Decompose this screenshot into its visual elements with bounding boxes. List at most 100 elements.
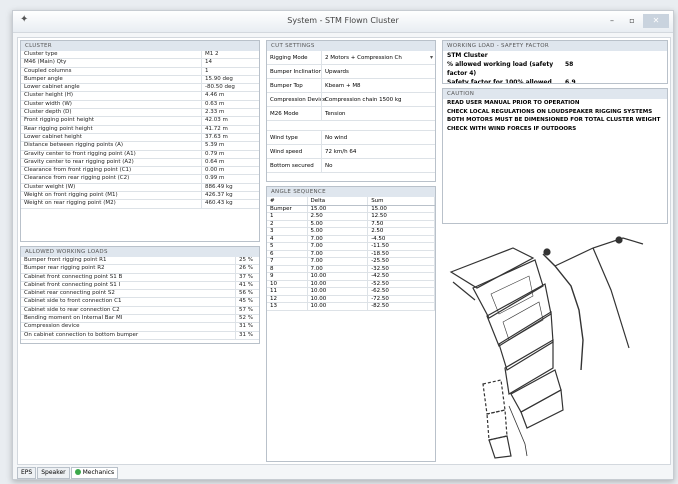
tab-speaker[interactable]: Speaker: [37, 467, 70, 479]
rigging-mode-select[interactable]: Rigging Mode 2 Motors + Compression Ch ▾: [267, 51, 435, 65]
load-row-label: Bending moment on Internal Bar MI: [24, 315, 123, 322]
load-row-value: 52 %: [235, 315, 259, 323]
main-content: CLUSTER Cluster type M1 2 M46 (Main) Qty 14…: [17, 37, 671, 465]
table-cell: 5.00: [307, 227, 369, 236]
safety-rows: % allowed working load (safety factor 4)…: [443, 60, 667, 84]
load-row-label: Compression device: [24, 323, 80, 330]
cluster-row-label: Weight on rear rigging point (M2): [24, 200, 116, 207]
table-cell: 7.00: [307, 265, 369, 273]
cluster-row: M46 (Main) Qty 14: [21, 59, 259, 68]
table-row: 11 10.00 -62.50: [267, 287, 435, 296]
spacer-row: [267, 121, 435, 131]
safety-row-label: % allowed working load (safety factor 4): [447, 61, 554, 77]
safety-row-label: Safety factor for 100% allowed working l…: [447, 79, 552, 84]
setting-row-label: Bumper Inclination: [270, 68, 323, 75]
caution-line: CHECK LOCAL REGULATIONS ON LOUDSPEAKER R…: [447, 108, 653, 115]
load-row: Bumper rear rigging point R2 26 %: [21, 265, 259, 274]
cluster-drawing: [449, 236, 644, 459]
tab-mechanics[interactable]: Mechanics: [70, 467, 119, 479]
title-bar[interactable]: ✦ System - STM Flown Cluster – ▫ ✕: [13, 11, 673, 33]
cluster-row-label: Clearance from rear rigging point (C2): [24, 175, 130, 182]
cluster-row: Lower cabinet height 37.63 m: [21, 133, 259, 143]
cluster-row: Cluster type M1 2: [21, 51, 259, 60]
column-header: Delta: [307, 197, 369, 206]
cut-settings-table: Rigging Mode 2 Motors + Compression Ch ▾ Bu…: [267, 51, 435, 121]
load-row: Bumper front rigging point R1 25 %: [21, 257, 259, 266]
upper-cabinets: [472, 259, 554, 395]
cluster-row-value: 0.64 m: [201, 158, 259, 167]
angle-sequence-panel-header: ANGLE SEQUENCE: [267, 187, 435, 197]
bottom-tabs: EPS Speaker Mechanics: [17, 467, 119, 479]
cluster-row-label: Lower cabinet angle: [24, 84, 80, 91]
allowed-loads-panel: ALLOWED WORKING LOADS Bumper front riggi…: [20, 246, 260, 344]
cluster-row: Front rigging point height 42.03 m: [21, 117, 259, 126]
cluster-row-value: 426.37 kg: [201, 192, 259, 200]
cluster-row-label: Weight on front rigging point (M1): [24, 192, 118, 199]
table-cell: 10.00: [307, 302, 369, 311]
wind-row-label: Wind type: [270, 134, 298, 141]
cluster-row-value: 0.99 m: [201, 175, 259, 183]
table-cell: 12.50: [367, 212, 435, 221]
cluster-row-value: 5.39 m: [201, 142, 259, 150]
cluster-row-label: Rear rigging point height: [24, 125, 93, 132]
table-cell: 7.50: [367, 220, 435, 228]
table-row: 3 5.00 2.50: [267, 227, 435, 236]
tab-eps[interactable]: EPS: [17, 467, 37, 479]
table-cell: 7.00: [307, 235, 369, 243]
cluster-row-value: 460.43 kg: [201, 200, 259, 208]
load-row: Cabinet rear connecting point S2 56 %: [21, 290, 259, 299]
table-cell: -25.50: [367, 257, 435, 266]
cluster-row: Bumper angle 15.90 deg: [21, 75, 259, 85]
table-cell: 7.00: [307, 257, 369, 266]
table-cell: 10.00: [307, 295, 369, 303]
load-row-label: Cabinet front connecting point S1 B: [24, 273, 123, 280]
table-cell: Bumper: [267, 205, 308, 213]
table-cell: 2: [267, 220, 308, 228]
cluster-row-label: Coupled columns: [24, 67, 72, 74]
status-dot-icon: [74, 469, 81, 475]
table-cell: 15.00: [307, 205, 369, 213]
wind-row-label: Wind speed: [270, 148, 303, 155]
load-row-value: 26 %: [235, 265, 259, 273]
cluster-row: Clearance from front rigging point (C1) 0…: [21, 167, 259, 176]
setting-row-label: M26 Mode: [270, 110, 299, 117]
chevron-down-icon[interactable]: ▾: [430, 54, 433, 61]
table-cell: 1: [267, 212, 308, 221]
cluster-row-value: 0.79 m: [201, 150, 259, 158]
setting-row-value: Kbeam + M8: [321, 79, 435, 92]
setting-row-label: Bumper Top: [270, 82, 303, 89]
rigging-point-front: [543, 248, 551, 256]
maximize-button[interactable]: ▫: [623, 14, 641, 28]
table-cell: -32.50: [367, 265, 435, 273]
table-cell: -72.50: [367, 295, 435, 303]
cluster-row-value: 37.63 m: [201, 133, 259, 142]
minimize-button[interactable]: –: [603, 14, 621, 28]
tab-mechanics-label: Mechanics: [82, 469, 115, 476]
caution-text: READ USER MANUAL PRIOR TO OPERATION CHECK…: [443, 99, 667, 133]
table-cell: 2.50: [307, 212, 369, 221]
load-row-value: 31 %: [235, 323, 259, 331]
cluster-row: Distance between rigging points (A) 5.39 …: [21, 142, 259, 151]
load-row: Cabinet front connecting point S1 I 41 %: [21, 281, 259, 291]
load-row-label: On cabinet connection to bottom bumper: [24, 331, 139, 338]
cluster-row-label: Clearance from front rigging point (C1): [24, 167, 132, 174]
setting-row: Bumper Top Kbeam + M8: [267, 79, 435, 93]
setting-row-label: Rigging Mode: [270, 54, 308, 61]
cluster-row-value: 1: [201, 67, 259, 75]
cluster-row-value: -80.50 deg: [201, 84, 259, 92]
table-cell: 10.00: [307, 280, 369, 288]
safety-title-row: STM Cluster: [443, 51, 667, 60]
setting-row-value: Tension: [321, 107, 435, 120]
close-button[interactable]: ✕: [643, 14, 669, 28]
cut-settings-panel: CUT SETTINGS Rigging Mode 2 Motors + Comp…: [266, 40, 436, 182]
table-cell: 5: [267, 242, 308, 251]
cluster-table: Cluster type M1 2 M46 (Main) Qty 14 Coupled …: [21, 51, 259, 209]
rigging-point-rear: [615, 236, 623, 244]
cluster-row-label: Gravity center to rear rigging point (A2…: [24, 158, 134, 165]
load-row-value: 41 %: [235, 281, 259, 290]
table-row: 1 2.50 12.50: [267, 212, 435, 221]
wind-row-value: No: [321, 159, 435, 172]
table-row: 9 10.00 -42.50: [267, 272, 435, 281]
setting-row: Compression Device Compression chain 1500…: [267, 93, 435, 107]
caution-line: BOTH MOTORS MUST BE DIMENSIONED FOR TOTA…: [447, 117, 661, 123]
